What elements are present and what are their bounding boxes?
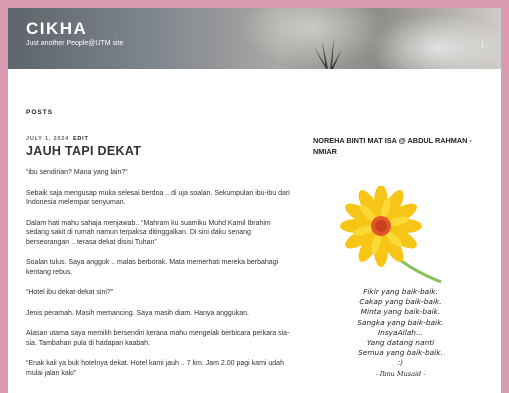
quote-line: Semua yang baik-baik. xyxy=(358,348,443,358)
site-title[interactable]: CIKHA xyxy=(26,19,87,39)
post-paragraph: Soalan tulus. Saya angguk .. malas berbo… xyxy=(26,259,279,276)
quote-line: Cakap yang baik-baik. xyxy=(359,297,442,307)
post-paragraph: Sebaik saja mengusap muka selesai berdoa… xyxy=(26,189,290,207)
plant-image xyxy=(314,37,342,69)
widget-title: NOREHA BINTI MAT ISA @ ABDUL RAHMAN - NM… xyxy=(313,136,472,156)
post-paragraph: Dalam hati mahu sahaja menjawab.. “Mahra… xyxy=(26,219,271,246)
post-meta: JULY 1, 2024 EDIT xyxy=(26,136,89,142)
quote-image: Fikir yang baik-baik. Cakap yang baik-ba… xyxy=(313,180,488,393)
post-paragraph: “Enak kali ya buk hotelnya dekat. Hotel … xyxy=(26,360,284,377)
quote-line: :) xyxy=(397,358,404,368)
site-description: Just another People@UTM site xyxy=(26,40,124,47)
quote-text: Fikir yang baik-baik. Cakap yang baik-ba… xyxy=(313,287,488,379)
post-paragraph: “Hotel ibu dekat-dekat sini?” xyxy=(26,289,114,296)
post-date-link[interactable]: JULY 1, 2024 xyxy=(26,136,69,142)
post-content: “ibu sendirian? Mana yang lain?” Sebaik … xyxy=(26,168,294,389)
quote-line: Yang datang nanti xyxy=(366,338,435,348)
quote-author: - Ibnu Musaid - xyxy=(375,369,426,378)
quote-line: Fikir yang baik-baik. xyxy=(363,287,438,296)
site-header: CIKHA Just another People@UTM site ↓ xyxy=(8,8,501,69)
flower-image xyxy=(340,186,442,284)
arrow-down-icon[interactable]: ↓ xyxy=(480,38,486,50)
quote-line: Minta yang baik-baik. xyxy=(360,307,441,317)
page: CIKHA Just another People@UTM site ↓ POS… xyxy=(8,8,501,393)
post-paragraph: Alasan utama saya memilih bersendiri ker… xyxy=(26,330,290,347)
post-paragraph: “ibu sendirian? Mana yang lain?” xyxy=(26,169,128,176)
post-paragraph: Jenis peramah. Masih memancing. Saya mas… xyxy=(26,309,249,317)
quote-line: InsyaAllah... xyxy=(377,327,424,337)
quote-line: Sangka yang baik-baik. xyxy=(357,317,444,327)
section-heading: POSTS xyxy=(26,109,54,116)
post-title[interactable]: JAUH TAPI DEKAT xyxy=(26,144,141,158)
edit-link[interactable]: EDIT xyxy=(73,136,89,142)
